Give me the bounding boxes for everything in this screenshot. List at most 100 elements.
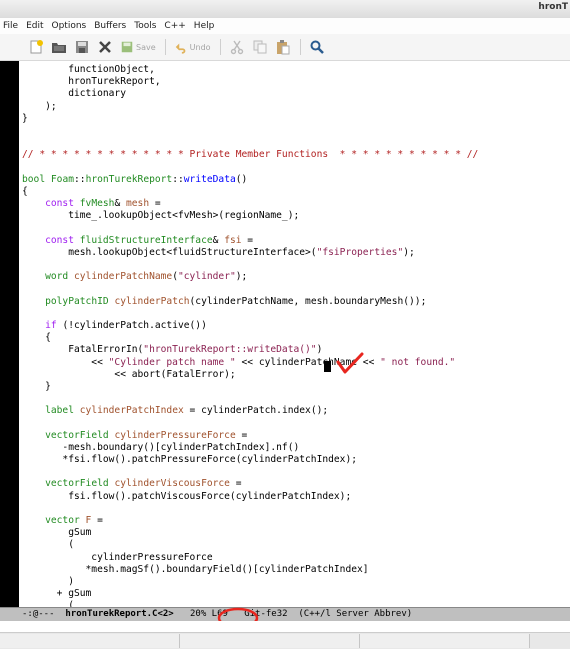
menu-options[interactable]: Options xyxy=(52,21,87,31)
code-line: fsi.flow().patchViscousForce(cylinderPat… xyxy=(22,491,478,503)
code-token: writeData xyxy=(183,173,236,185)
code-line: + gSum xyxy=(22,588,478,600)
code-line: *mesh.magSf().boundaryField()[cylinderPa… xyxy=(22,564,478,576)
copy-icon xyxy=(253,40,267,54)
code-line: << "Cylinder patch name " << cylinderPat… xyxy=(22,357,478,369)
code-token: const xyxy=(45,198,74,210)
code-token: fluidStructureInterface xyxy=(79,234,213,246)
code-token: ( xyxy=(22,600,74,607)
menu-help[interactable]: Help xyxy=(194,21,215,31)
code-token: :: xyxy=(74,173,86,185)
code-token: = xyxy=(235,429,248,441)
code-token: cylinderPressureForce xyxy=(114,429,236,441)
code-line: vectorField cylinderPressureForce = xyxy=(22,430,478,442)
code-line: *fsi.flow().patchPressureForce(cylinderP… xyxy=(22,454,478,466)
code-token: cylinderPatchName xyxy=(74,271,173,283)
code-line: { xyxy=(22,186,478,198)
code-token: "fsiProperties" xyxy=(316,246,404,258)
taskbar-slot[interactable] xyxy=(180,634,360,648)
undo-icon xyxy=(175,43,186,54)
code-token: "hronTurekReport::writeData()" xyxy=(143,344,317,356)
open-folder-button[interactable] xyxy=(51,37,67,57)
code-line: FatalErrorIn("hronTurekReport::writeData… xyxy=(22,344,478,356)
code-token: functionObject, xyxy=(22,64,155,75)
menu-tools[interactable]: Tools xyxy=(134,21,156,31)
undo-button[interactable]: Undo xyxy=(174,37,211,57)
code-line: vectorField cylinderViscousForce = xyxy=(22,478,478,490)
search-icon xyxy=(310,40,324,54)
red-checkmark-annotation xyxy=(336,352,364,374)
code-line: ( xyxy=(22,600,478,607)
code-token: ) xyxy=(316,344,323,356)
code-token: = cylinderPatch.index(); xyxy=(183,405,329,417)
menu-bar: File Edit Options Buffers Tools C++ Help xyxy=(0,18,570,34)
code-token: if xyxy=(45,319,57,331)
save-label: Save xyxy=(136,42,156,52)
code-editor[interactable]: functionObject, hronTurekReport, diction… xyxy=(0,61,570,607)
code-line: -mesh.boundary()[cylinderPatchIndex].nf(… xyxy=(22,442,478,454)
code-token: label xyxy=(45,405,74,417)
toolbar-separator xyxy=(164,39,166,55)
code-token: *mesh.magSf().boundaryField()[cylinderPa… xyxy=(22,563,369,575)
cut-button[interactable] xyxy=(229,37,245,57)
save-disk-button[interactable] xyxy=(74,37,90,57)
menu-buffers[interactable]: Buffers xyxy=(94,21,126,31)
code-token: cylinderPressureForce xyxy=(22,551,213,563)
toolbar-separator xyxy=(299,39,301,55)
code-token: mesh xyxy=(126,198,150,210)
modeline-position: 20% xyxy=(173,609,212,619)
taskbar-slot[interactable] xyxy=(0,634,180,648)
code-line: ) xyxy=(22,576,478,588)
code-line: dictionary xyxy=(22,88,478,100)
code-line: if (!cylinderPatch.active()) xyxy=(22,320,478,332)
code-line: } xyxy=(22,113,478,125)
code-line: vector F = xyxy=(22,515,478,527)
paste-button[interactable] xyxy=(275,37,291,57)
code-line: } xyxy=(22,381,478,393)
code-line: const fluidStructureInterface& fsi = xyxy=(22,235,478,247)
window-title: hronT xyxy=(538,2,568,12)
code-token: fsi.flow().patchViscousForce(cylinderPat… xyxy=(22,490,352,502)
code-token: hronTurekReport xyxy=(85,173,173,185)
code-token: ); xyxy=(403,246,415,258)
toolbar-separator xyxy=(219,39,221,55)
code-token: "cylinder" xyxy=(177,271,236,283)
save-disk-icon xyxy=(76,41,88,53)
code-token: time_.lookupObject<fvMesh>(regionName_); xyxy=(22,210,300,222)
search-button[interactable] xyxy=(309,37,325,57)
new-file-button[interactable] xyxy=(28,37,44,57)
copy-button[interactable] xyxy=(252,37,268,57)
code-token: () xyxy=(235,173,248,185)
code-token: vectorField xyxy=(45,478,109,490)
code-lines: functionObject, hronTurekReport, diction… xyxy=(22,64,478,607)
taskbar-slot[interactable] xyxy=(360,634,530,648)
code-line: mesh.lookupObject<fluidStructureInterfac… xyxy=(22,247,478,259)
close-buffer-button[interactable] xyxy=(97,37,113,57)
code-line: time_.lookupObject<fvMesh>(regionName_); xyxy=(22,210,478,222)
menu-edit[interactable]: Edit xyxy=(26,21,43,31)
code-line: { xyxy=(22,332,478,344)
menu-file[interactable]: File xyxy=(3,21,18,31)
code-token: polyPatchID xyxy=(45,295,109,307)
menu-cpp[interactable]: C++ xyxy=(164,21,185,31)
emacs-frame: File Edit Options Buffers Tools C++ Help xyxy=(0,18,570,649)
code-token: hronTurekReport, xyxy=(22,76,161,88)
code-token: *fsi.flow().patchPressureForce(cylinderP… xyxy=(22,454,358,465)
code-token: = xyxy=(91,514,103,526)
code-token: :: xyxy=(172,173,184,185)
code-token: mesh.lookupObject<fluidStructureInterfac… xyxy=(22,246,317,258)
save-button[interactable]: Save xyxy=(120,37,156,57)
code-line: label cylinderPatchIndex = cylinderPatch… xyxy=(22,405,478,417)
code-token: = xyxy=(229,478,242,490)
